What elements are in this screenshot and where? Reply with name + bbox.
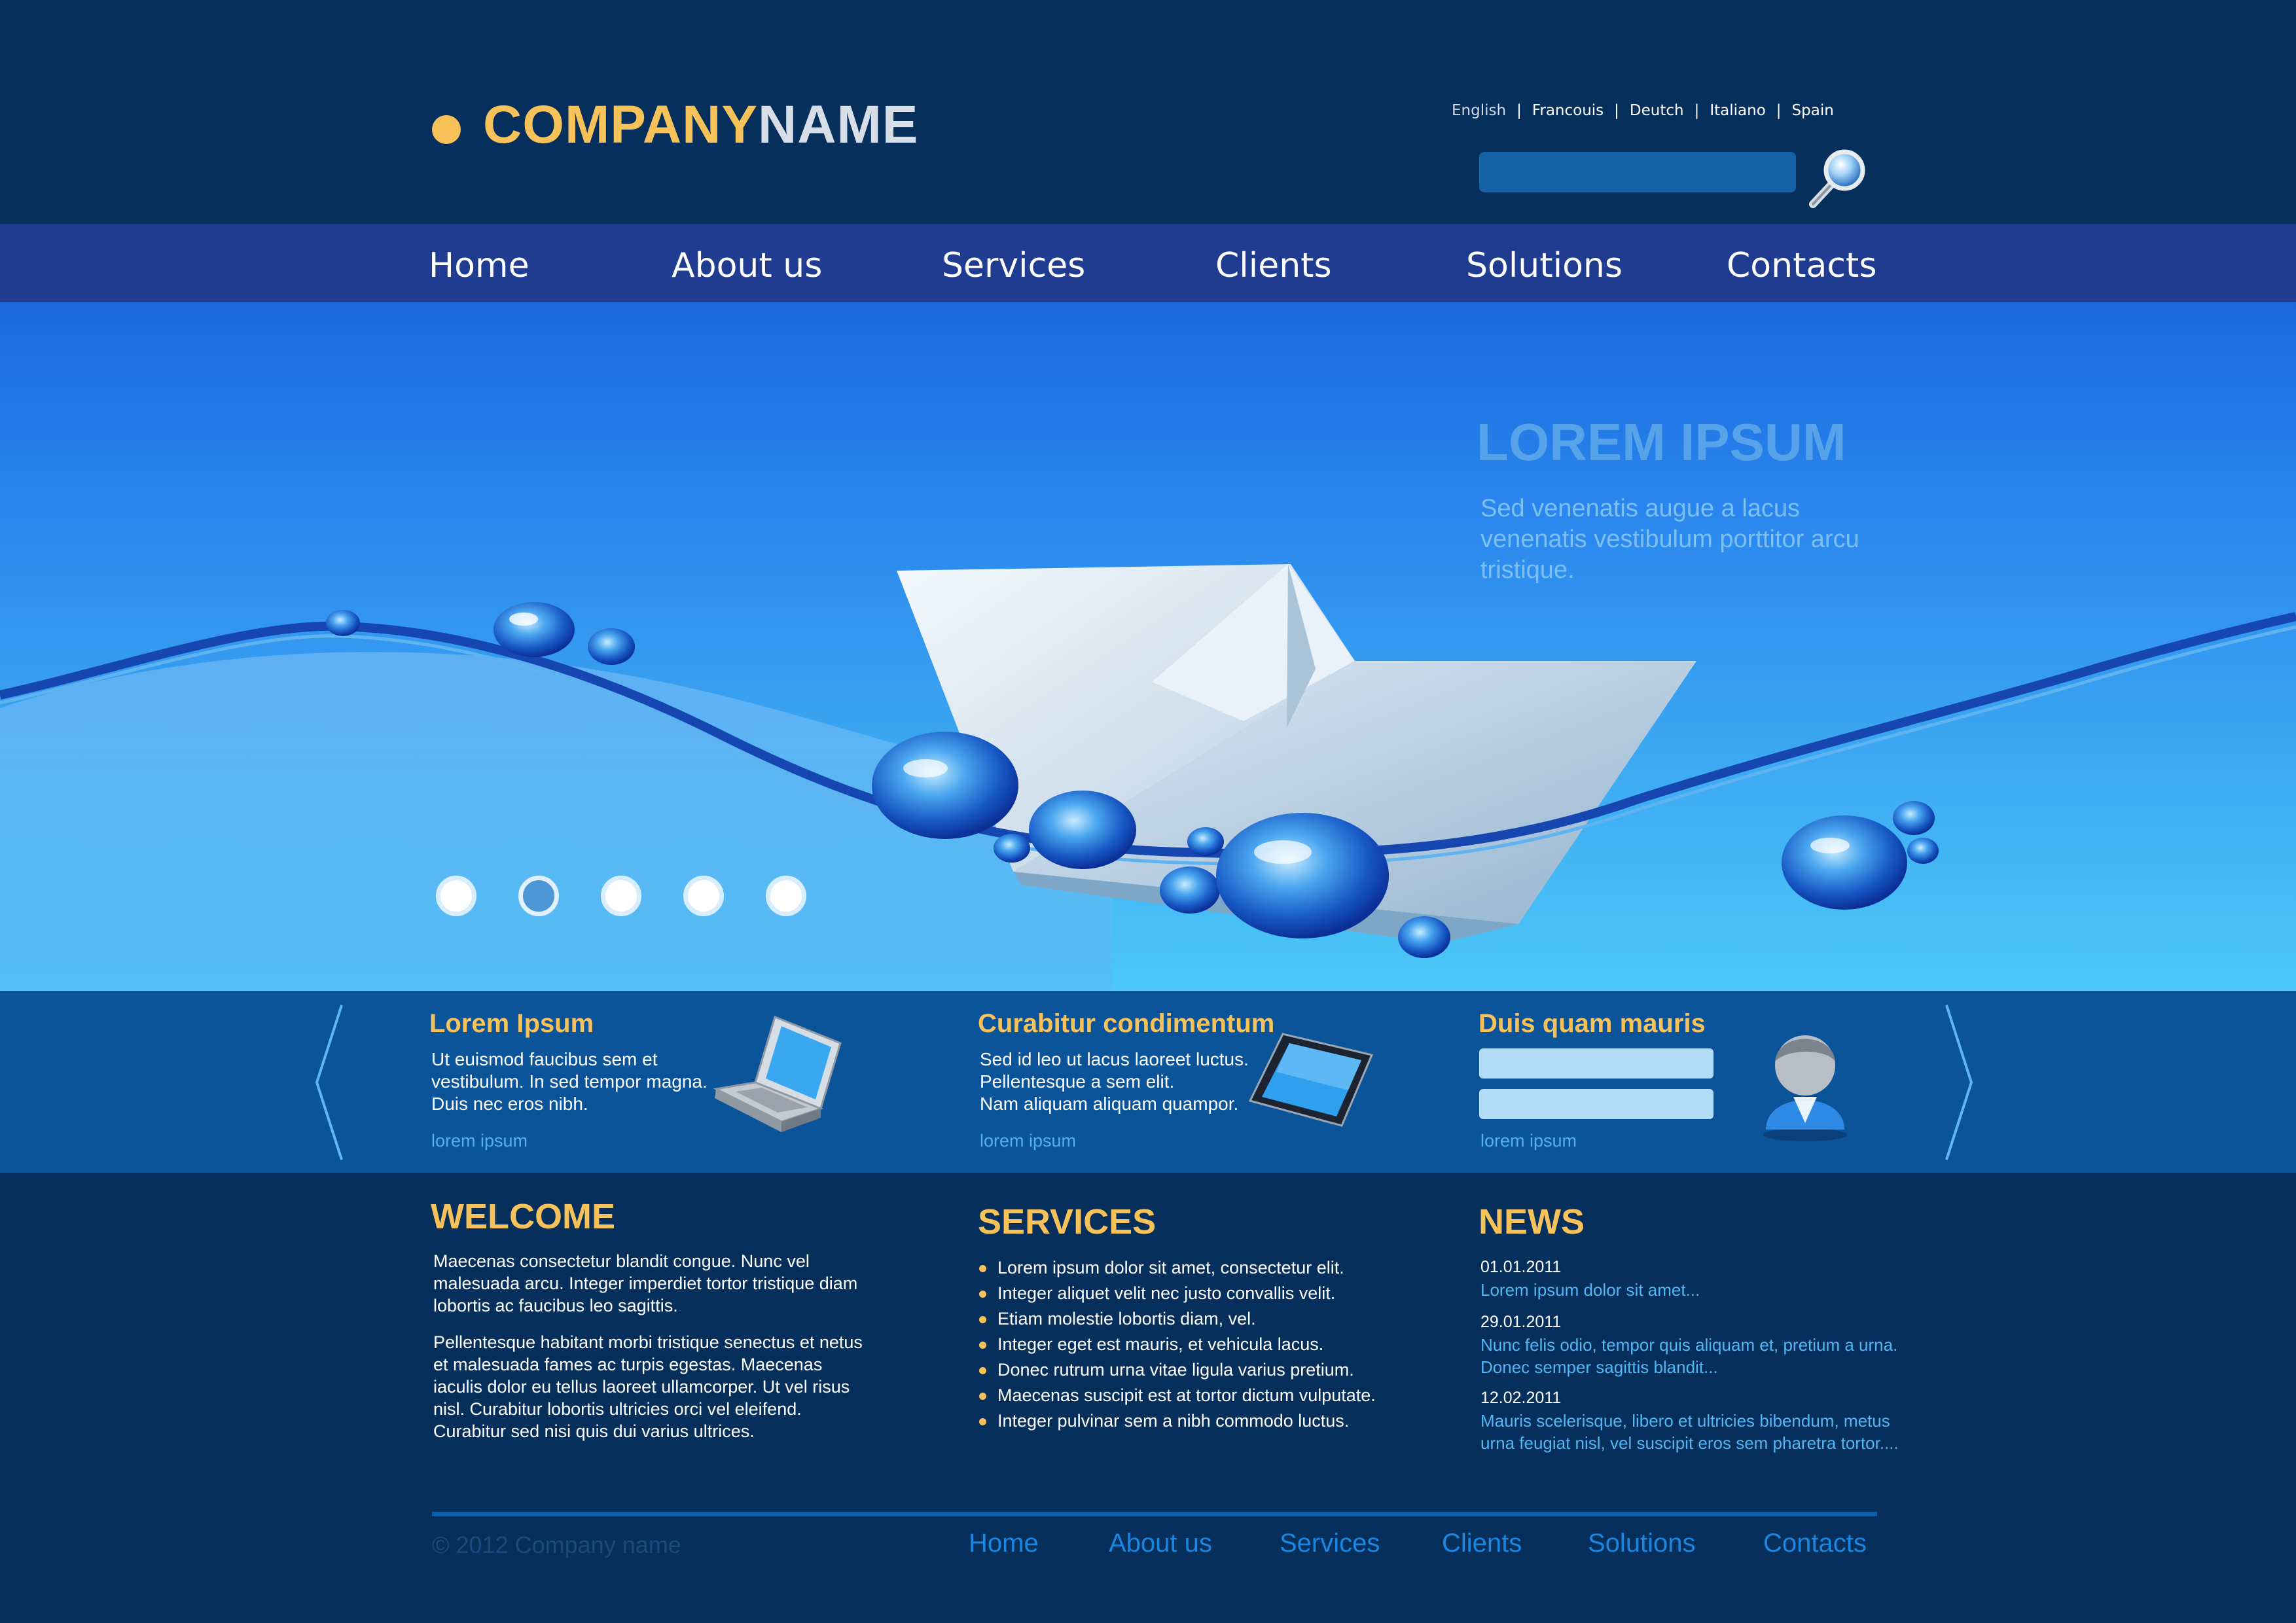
search-input[interactable]	[1479, 152, 1796, 192]
feature-1-title: Lorem Ipsum	[429, 1009, 594, 1038]
list-item: Integer eget est mauris, et vehicula lac…	[979, 1332, 1376, 1357]
next-arrow-button[interactable]	[1941, 1003, 1975, 1162]
nav-solutions[interactable]: Solutions	[1466, 246, 1623, 285]
logo-dot-icon	[432, 115, 461, 144]
feature-2-link[interactable]: lorem ipsum	[980, 1131, 1076, 1151]
lang-italiano[interactable]: Italiano	[1710, 102, 1765, 119]
logo[interactable]: COMPANYNAME	[483, 98, 918, 152]
slider-dot-1[interactable]	[436, 876, 476, 916]
feature-2-line: Sed id leo ut lacus laoreet luctus.	[980, 1049, 1249, 1069]
search-button[interactable]	[1806, 147, 1869, 209]
header	[0, 0, 2296, 224]
hero-title: LOREM IPSUM	[1477, 413, 1846, 471]
news-title: NEWS	[1479, 1202, 1585, 1241]
list-item: Integer pulvinar sem a nibh commodo luct…	[979, 1408, 1376, 1434]
lang-deutch[interactable]: Deutch	[1630, 102, 1684, 119]
nav-about-us[interactable]: About us	[672, 246, 822, 285]
list-item: Lorem ipsum dolor sit amet, consectetur …	[979, 1255, 1376, 1281]
news-link[interactable]: Lorem ipsum dolor sit amet...	[1480, 1279, 1926, 1301]
welcome-title: WELCOME	[431, 1197, 615, 1236]
chevron-right-icon	[1945, 1005, 1973, 1160]
list-item: Etiam molestie lobortis diam, vel.	[979, 1306, 1376, 1332]
lang-separator: |	[1776, 102, 1782, 119]
language-switcher: English | Francouis | Deutch | Italiano | Spain	[1452, 102, 1834, 119]
lang-english[interactable]: English	[1452, 102, 1506, 119]
logo-company: COMPANY	[483, 95, 759, 154]
feature-2-title: Curabitur condimentum	[978, 1009, 1275, 1038]
list-item: Donec rutrum urna vitae ligula varius pr…	[979, 1357, 1376, 1383]
news-link[interactable]: Mauris scelerisque, libero et ultricies …	[1480, 1410, 1926, 1454]
feature-1-text: Ut euismod faucibus sem et vestibulum. I…	[431, 1048, 708, 1115]
feature-3-link[interactable]: lorem ipsum	[1480, 1131, 1577, 1151]
slider-dot-5[interactable]	[766, 876, 806, 916]
welcome-paragraph: Maecenas consectetur blandit congue. Nun…	[433, 1251, 858, 1315]
news-link[interactable]: Nunc felis odio, tempor quis aliquam et,…	[1480, 1334, 1926, 1378]
feature-1-line: vestibulum. In sed tempor magna.	[431, 1071, 708, 1092]
services-title: SERVICES	[978, 1202, 1157, 1241]
lang-spain[interactable]: Spain	[1792, 102, 1834, 119]
lang-separator: |	[1694, 102, 1700, 119]
magnifier-icon	[1809, 149, 1865, 208]
prev-arrow-button[interactable]	[313, 1003, 347, 1162]
hero-text: Sed venenatis augue a lacus venenatis ve…	[1480, 495, 1859, 584]
main-nav	[0, 224, 2296, 302]
footer-nav-services[interactable]: Services	[1280, 1529, 1380, 1558]
copyright: © 2012 Company name	[432, 1531, 681, 1558]
logo-name: NAME	[758, 95, 919, 154]
list-item: Maecenas suscipit est at tortor dictum v…	[979, 1383, 1376, 1408]
feature-1-line: Ut euismod faucibus sem et	[431, 1049, 658, 1069]
footer-nav-about-us[interactable]: About us	[1109, 1529, 1212, 1558]
nav-contacts[interactable]: Contacts	[1727, 246, 1876, 285]
welcome-paragraph: Pellentesque habitant morbi tristique se…	[433, 1332, 863, 1441]
hero-banner	[0, 302, 2296, 991]
footer-nav-solutions[interactable]: Solutions	[1588, 1529, 1696, 1558]
nav-clients[interactable]: Clients	[1215, 246, 1332, 285]
tablet-icon	[1248, 1033, 1374, 1127]
slider-dot-3[interactable]	[601, 876, 641, 916]
feature-3-title: Duis quam mauris	[1479, 1009, 1706, 1038]
welcome-text: Maecenas consectetur blandit congue. Nun…	[433, 1250, 865, 1457]
chevron-left-icon	[315, 1005, 343, 1160]
news-date: 29.01.2011	[1480, 1313, 1562, 1331]
news-date: 12.02.2011	[1480, 1389, 1562, 1407]
laptop-icon	[713, 1015, 842, 1132]
feature-1-line: Duis nec eros nibh.	[431, 1094, 588, 1114]
news-date: 01.01.2011	[1480, 1258, 1562, 1276]
paper-boat-illustration	[0, 564, 2296, 991]
feature-3-input-2[interactable]	[1479, 1089, 1713, 1119]
footer-nav-home[interactable]: Home	[969, 1529, 1039, 1558]
user-avatar-icon	[1763, 1035, 1847, 1141]
slider-dot-2[interactable]	[518, 876, 559, 916]
nav-home[interactable]: Home	[429, 246, 529, 285]
feature-2-text: Sed id leo ut lacus laoreet luctus. Pell…	[980, 1048, 1249, 1115]
feature-1-link[interactable]: lorem ipsum	[431, 1131, 528, 1151]
footer-nav-clients[interactable]: Clients	[1442, 1529, 1522, 1558]
feature-2-line: Nam aliquam aliquam quampor.	[980, 1094, 1239, 1114]
slider-dot-4[interactable]	[683, 876, 724, 916]
footer-nav-contacts[interactable]: Contacts	[1763, 1529, 1867, 1558]
feature-3-input-1[interactable]	[1479, 1048, 1713, 1079]
footer-divider	[432, 1512, 1877, 1516]
services-list: Lorem ipsum dolor sit amet, consectetur …	[979, 1255, 1376, 1434]
nav-services[interactable]: Services	[942, 246, 1085, 285]
list-item: Integer aliquet velit nec justo convalli…	[979, 1281, 1376, 1306]
lang-francouis[interactable]: Francouis	[1532, 102, 1604, 119]
lang-separator: |	[1516, 102, 1522, 119]
lang-separator: |	[1614, 102, 1619, 119]
feature-2-line: Pellentesque a sem elit.	[980, 1071, 1175, 1092]
